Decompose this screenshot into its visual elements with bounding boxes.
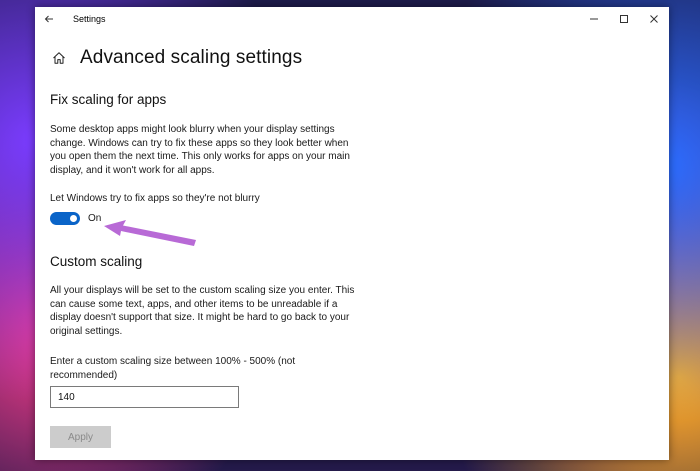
maximize-icon xyxy=(620,15,628,23)
page-header: Advanced scaling settings xyxy=(50,41,610,75)
close-icon xyxy=(650,15,658,23)
fix-apps-toggle[interactable] xyxy=(50,212,80,225)
window-controls xyxy=(579,7,669,31)
annotation-arrow-icon xyxy=(104,220,196,246)
page-title: Advanced scaling settings xyxy=(80,47,303,68)
title-bar: Settings xyxy=(35,7,669,31)
fix-apps-toggle-row: On xyxy=(50,212,101,225)
toggle-knob xyxy=(70,215,77,222)
window-title: Settings xyxy=(73,14,106,24)
apply-button[interactable]: Apply xyxy=(50,426,111,448)
close-button[interactable] xyxy=(639,7,669,31)
custom-scaling-description: All your displays will be set to the cus… xyxy=(50,285,355,337)
home-icon xyxy=(53,52,65,64)
settings-content: Advanced scaling settings xyxy=(50,41,610,75)
custom-scaling-input-label: Enter a custom scaling size between 100%… xyxy=(50,356,296,381)
fix-scaling-heading: Fix scaling for apps xyxy=(50,92,167,107)
minimize-button[interactable] xyxy=(579,7,609,31)
custom-scaling-heading: Custom scaling xyxy=(50,254,143,269)
desktop-background: Settings Advanced scaling settings Fix s… xyxy=(0,0,700,471)
fix-scaling-description: Some desktop apps might look blurry when… xyxy=(50,124,350,176)
fix-apps-toggle-label: Let Windows try to fix apps so they're n… xyxy=(50,193,260,204)
back-arrow-icon xyxy=(44,15,53,23)
home-button[interactable] xyxy=(50,49,68,67)
maximize-button[interactable] xyxy=(609,7,639,31)
minimize-icon xyxy=(590,18,598,20)
custom-scaling-input[interactable] xyxy=(50,386,239,408)
back-button[interactable] xyxy=(35,7,63,31)
